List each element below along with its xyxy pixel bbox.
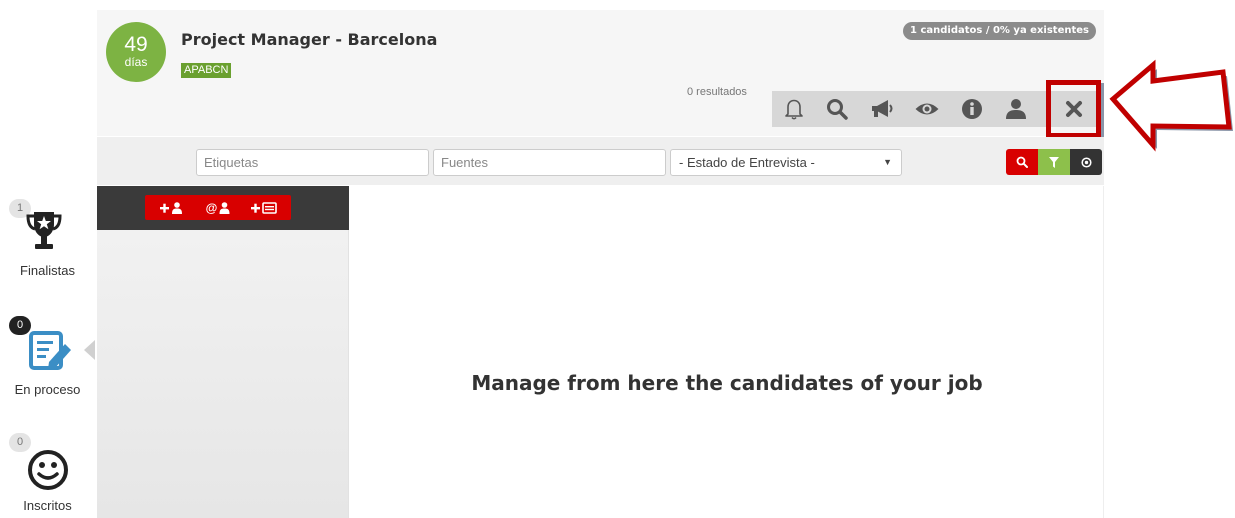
stage-label: Inscritos [23, 498, 72, 513]
close-button-highlight [1046, 80, 1101, 138]
days-open-badge: 49 días [106, 22, 166, 82]
candidates-summary-badge: 1 candidatos / 0% ya existentes [903, 22, 1096, 40]
publish-button[interactable] [864, 91, 900, 127]
eye-icon [915, 103, 939, 115]
user-icon [219, 201, 230, 214]
filter-reset-button[interactable] [1070, 149, 1102, 175]
trophy-icon [26, 212, 62, 249]
preview-button[interactable] [909, 91, 945, 127]
job-title[interactable]: Project Manager - Barcelona [181, 30, 437, 49]
app-root: 1 Finalistas 0 En proceso 0 Inscritos 49… [0, 0, 1235, 518]
results-count: 0 resultados [687, 86, 747, 98]
filter-bar: Etiquetas Fuentes - Estado de Entrevista… [97, 137, 1104, 185]
candidate-list-panel: @ [97, 186, 349, 518]
email-candidate-button[interactable]: @ [199, 195, 237, 220]
info-button[interactable] [954, 91, 990, 127]
stage-finalistas[interactable]: 1 Finalistas [0, 198, 95, 288]
days-unit: días [124, 55, 148, 69]
add-card-icon [251, 201, 277, 214]
interview-status-select[interactable]: - Estado de Entrevista - ▼ [670, 149, 902, 176]
days-number: 49 [124, 33, 148, 56]
filter-search-button[interactable] [1006, 149, 1038, 175]
job-tag: APABCN [181, 63, 232, 78]
tags-filter-input[interactable]: Etiquetas [196, 149, 429, 176]
reset-icon [1080, 156, 1092, 168]
job-header: 49 días Project Manager - Barcelona APAB… [97, 10, 1104, 138]
user-icon [1006, 99, 1026, 119]
chevron-down-icon: ▼ [883, 157, 892, 167]
sources-filter-input[interactable]: Fuentes [433, 149, 666, 176]
smiley-icon [28, 450, 68, 490]
user-button[interactable] [998, 91, 1034, 127]
candidate-detail-panel: Manage from here the candidates of your … [350, 186, 1104, 518]
edit-document-icon [29, 331, 71, 370]
add-candidate-button[interactable] [153, 195, 191, 220]
search-icon [827, 99, 848, 120]
filter-apply-button[interactable] [1038, 149, 1070, 175]
info-icon [962, 99, 982, 119]
stage-inscritos[interactable]: 0 Inscritos [0, 432, 95, 518]
add-user-icon [160, 201, 182, 214]
bell-icon [785, 99, 803, 120]
active-stage-pointer [84, 340, 95, 360]
alerts-button[interactable] [776, 91, 812, 127]
callout-arrow-icon [1109, 59, 1233, 152]
stage-label: Finalistas [20, 263, 75, 278]
candidate-action-group: @ [145, 195, 291, 220]
stage-en-proceso[interactable]: 0 En proceso [0, 315, 95, 405]
at-icon: @ [205, 200, 218, 215]
stage-label: En proceso [14, 382, 81, 397]
megaphone-icon [872, 100, 893, 117]
funnel-icon [1049, 156, 1059, 168]
search-icon [1016, 156, 1028, 168]
candidate-actions-bar: @ [97, 186, 349, 230]
search-button[interactable] [819, 91, 855, 127]
interview-status-value: - Estado de Entrevista - [679, 155, 815, 170]
add-list-button[interactable] [245, 195, 283, 220]
empty-state-message: Manage from here the candidates of your … [471, 371, 983, 395]
